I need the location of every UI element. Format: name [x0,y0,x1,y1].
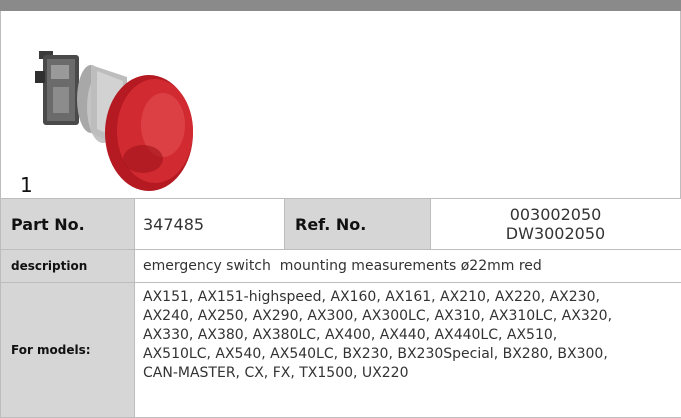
table-row: For models: AX151, AX151-highspeed, AX16… [1,283,681,418]
models-line: AX151, AX151-highspeed, AX160, AX161, AX… [143,288,680,307]
models-label: For models: [1,283,135,418]
ref-no-line: 003002050 [431,205,680,224]
models-line: CAN-MASTER, CX, FX, TX1500, UX220 [143,364,680,383]
ref-no-line: DW3002050 [431,224,680,243]
emergency-stop-button-photo [31,41,221,201]
models-line: AX240, AX250, AX290, AX300, AX300LC, AX3… [143,307,680,326]
description-label: description [1,250,135,283]
product-photo-cell: 1 [0,11,681,198]
table-row: description emergency switch mounting me… [1,250,681,283]
product-sheet: 1 Part No. 347485 Ref. No. 003002050 DW3… [0,0,681,417]
ref-no-label: Ref. No. [285,199,431,250]
table-row: Part No. 347485 Ref. No. 003002050 DW300… [1,199,681,250]
spec-table: Part No. 347485 Ref. No. 003002050 DW300… [0,198,681,418]
models-line: AX510LC, AX540, AX540LC, BX230, BX230Spe… [143,345,680,364]
description-value: emergency switch mounting measurements ø… [135,250,681,283]
part-no-value: 347485 [135,199,285,250]
figure-number: 1 [20,173,33,197]
part-no-label: Part No. [1,199,135,250]
ref-no-value: 003002050 DW3002050 [431,199,681,250]
models-line: AX330, AX380, AX380LC, AX400, AX440, AX4… [143,326,680,345]
models-value: AX151, AX151-highspeed, AX160, AX161, AX… [135,283,681,418]
